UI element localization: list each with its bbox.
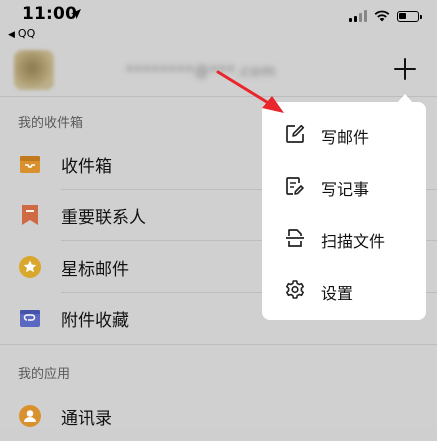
star-icon (19, 256, 41, 278)
mailbox-label: 附件收藏 (61, 311, 129, 331)
inbox-icon (20, 156, 40, 173)
menu-item-label: 写邮件 (321, 128, 370, 147)
menu-item-label: 设置 (321, 284, 354, 303)
contacts-icon (19, 405, 41, 427)
cellular-signal-icon (349, 10, 367, 22)
battery-icon (397, 10, 422, 22)
plus-icon[interactable] (392, 56, 418, 82)
mail-app-screen: 11:00 ◀ QQ ********@***.com 我的收件箱 收件箱 重要… (0, 0, 437, 429)
menu-item-scan[interactable]: 扫描文件 (262, 211, 426, 263)
section-label-mailboxes: 我的收件箱 (18, 116, 84, 131)
location-arrow-icon (71, 9, 81, 19)
battery-level (399, 12, 406, 19)
bookmark-icon (22, 205, 38, 225)
wifi-icon (374, 10, 390, 22)
section-divider (0, 344, 437, 345)
scan-icon (286, 229, 304, 247)
annotation-arrow-icon (216, 70, 284, 113)
mailbox-label: 重要联系人 (61, 208, 146, 228)
section-label-apps: 我的应用 (18, 367, 71, 382)
back-app-label: QQ (17, 27, 36, 40)
menu-item-settings[interactable]: 设置 (262, 263, 426, 315)
status-icons (349, 10, 422, 22)
avatar[interactable] (14, 50, 54, 90)
status-time: 11:00 (22, 4, 78, 24)
menu-item-label: 写记事 (321, 180, 370, 199)
mailbox-label: 收件箱 (61, 157, 112, 177)
attachment-folder-icon (20, 310, 40, 327)
back-triangle-icon: ◀ (8, 30, 15, 40)
status-bar: 11:00 ◀ QQ (0, 0, 437, 44)
app-label: 通讯录 (61, 409, 112, 429)
back-to-app-link[interactable]: ◀ QQ (8, 27, 35, 40)
add-popup-menu: 写邮件 写记事 扫描文件 设置 (262, 102, 426, 320)
compose-icon (286, 124, 305, 143)
app-row-contacts[interactable]: 通讯录 (0, 391, 437, 441)
mailbox-label: 星标邮件 (61, 260, 129, 280)
menu-item-label: 扫描文件 (321, 232, 386, 251)
gear-icon (286, 280, 304, 299)
menu-item-note[interactable]: 写记事 (262, 159, 426, 211)
note-icon (286, 177, 304, 195)
